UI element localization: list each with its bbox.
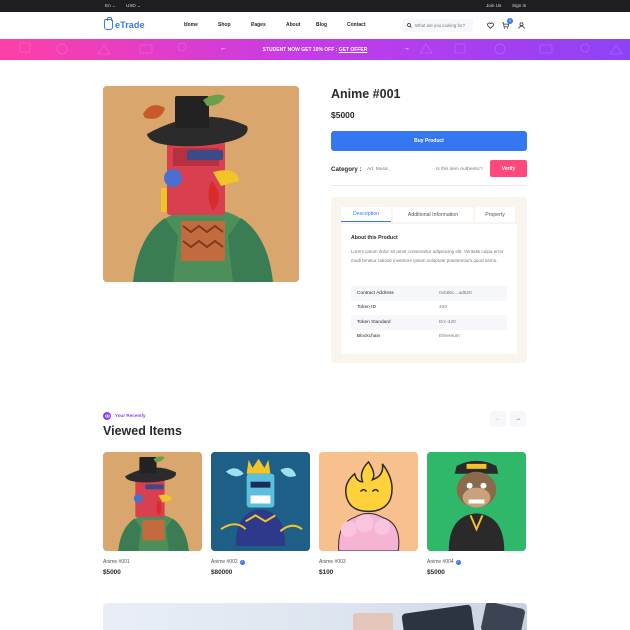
nft-card-name[interactable]: Anime #003: [319, 559, 346, 565]
nav-label: Home: [184, 22, 198, 28]
nft-card-image[interactable]: [211, 452, 310, 551]
verified-icon: ✓: [239, 559, 245, 565]
heart-icon: [487, 22, 494, 29]
recently-eyebrow: Your Recently: [115, 413, 146, 418]
about-title: About this Product: [351, 235, 398, 241]
nft-card-name[interactable]: Anime #001: [103, 559, 130, 565]
card-name-text: Anime #001: [103, 559, 130, 565]
signin-link[interactable]: Sign In: [512, 3, 526, 8]
rooster-robot-artwork: [103, 86, 299, 282]
nav-blog[interactable]: Blog ⌄: [316, 22, 327, 28]
product-price: $5000: [331, 110, 355, 120]
device-photo: [353, 603, 525, 630]
ape-artwork: [427, 452, 526, 551]
nav-about[interactable]: About: [286, 22, 300, 28]
divider: [331, 185, 527, 186]
card-name-text: Anime #003: [319, 559, 346, 565]
nav-contact[interactable]: Contact: [347, 22, 366, 28]
flame-character-artwork: [319, 452, 418, 551]
join-link[interactable]: Join Us: [486, 3, 501, 8]
spec-row: Contract Address 0xb86c...ad520: [351, 286, 507, 301]
nft-card-image[interactable]: [319, 452, 418, 551]
nft-card-image[interactable]: [427, 452, 526, 551]
spec-value: 0xb86c...ad520: [439, 290, 472, 296]
product-info-panel: Description Additional Information Prope…: [331, 197, 527, 363]
category-value[interactable]: Art, Music,: [367, 167, 390, 172]
nav-label: Pages: [251, 22, 266, 28]
search-icon: [407, 23, 412, 28]
rooster-robot-artwork: [103, 452, 202, 551]
spec-key: Token ID: [357, 305, 376, 311]
spec-value: Erc-420: [439, 319, 456, 325]
spec-key: Token Standard: [357, 319, 391, 325]
arrow-right-icon: →: [515, 416, 521, 422]
nav-pages[interactable]: Pages ⌄: [251, 22, 266, 28]
spec-row: Token ID 420: [351, 301, 507, 316]
tab-additional-information[interactable]: Additional Information: [393, 207, 473, 222]
shopping-bag-icon: [104, 16, 113, 30]
promo-text: STUDENT NOW GET 10% OFF : GET OFFER: [0, 47, 630, 53]
nft-card-price: $80000: [211, 569, 233, 576]
nft-card-price: $100: [319, 569, 334, 576]
verify-button[interactable]: Verify: [490, 160, 527, 177]
promo-banner-image: [103, 603, 527, 630]
spec-row: Blockchain Ethereum: [351, 330, 507, 345]
product-image: [103, 86, 299, 282]
nav-label: Shop: [218, 22, 231, 28]
about-text: Lorem ipsum dolor sit amet consectetur a…: [351, 249, 504, 263]
site-header: eTrade Home ⌄ Shop ⌄ Pages ⌄ About Blog …: [0, 12, 630, 39]
nav-label: Blog: [316, 22, 328, 28]
card-name-text: Anime #004: [427, 559, 454, 565]
nav-home[interactable]: Home ⌄: [184, 22, 198, 28]
product-title: Anime #001: [331, 87, 401, 101]
currency-label: USD: [126, 3, 136, 8]
spec-value: Ethereum: [439, 334, 460, 340]
nft-card-name[interactable]: Anime #002 ✓: [211, 559, 245, 565]
authentic-question: Is this item Authentic?: [436, 167, 483, 172]
cart-button[interactable]: 0: [501, 18, 513, 30]
description-content: About this Product Lorem ipsum dolor sit…: [341, 224, 517, 354]
language-select[interactable]: En ⌄: [105, 3, 116, 9]
verified-icon: ✓: [455, 559, 461, 565]
viewed-items-title: Viewed Items: [103, 424, 182, 438]
search-input[interactable]: What are you looking for?: [403, 19, 473, 32]
promo-message: STUDENT NOW GET 10% OFF :: [262, 46, 339, 53]
nft-card-name[interactable]: Anime #004 ✓: [427, 559, 461, 565]
king-robot-artwork: [211, 452, 310, 551]
spec-value: 420: [439, 305, 448, 311]
language-label: En: [105, 3, 111, 8]
currency-select[interactable]: USD ⌄: [126, 3, 141, 9]
eye-glyph: [104, 414, 110, 418]
arrow-right-icon[interactable]: →: [403, 45, 410, 52]
buy-product-button[interactable]: Buy Product: [331, 131, 527, 151]
wishlist-button[interactable]: [486, 21, 495, 30]
arrow-left-icon: ←: [495, 416, 501, 422]
spec-key: Blockchain: [357, 334, 381, 340]
category-label: Category :: [331, 166, 362, 173]
promo-offer-link[interactable]: GET OFFER: [339, 47, 368, 53]
nft-card-price: $5000: [427, 569, 445, 576]
tab-property[interactable]: Property: [475, 207, 515, 222]
brand-name: eTrade: [115, 19, 145, 30]
promo-banner: ← STUDENT NOW GET 10% OFF : GET OFFER →: [0, 39, 630, 60]
top-bar: En ⌄ USD ⌄ Join Us Sign In: [0, 0, 630, 12]
spec-row: Token Standard Erc-420: [351, 315, 507, 330]
tab-description[interactable]: Description: [341, 207, 391, 222]
nav-shop[interactable]: Shop ⌄: [218, 22, 231, 28]
card-name-text: Anime #002: [211, 559, 238, 565]
nft-card-price: $5000: [103, 569, 121, 576]
cart-count-badge: 0: [507, 18, 513, 24]
eye-icon: [103, 412, 111, 420]
nft-card-image[interactable]: [103, 452, 202, 551]
carousel-prev-button[interactable]: ←: [490, 411, 506, 427]
account-button[interactable]: [517, 21, 526, 30]
spec-key: Contract Address: [357, 290, 394, 296]
search-placeholder: What are you looking for?: [415, 23, 466, 28]
carousel-next-button[interactable]: →: [510, 411, 526, 427]
user-icon: [518, 22, 525, 29]
brand-logo[interactable]: eTrade: [104, 16, 145, 30]
